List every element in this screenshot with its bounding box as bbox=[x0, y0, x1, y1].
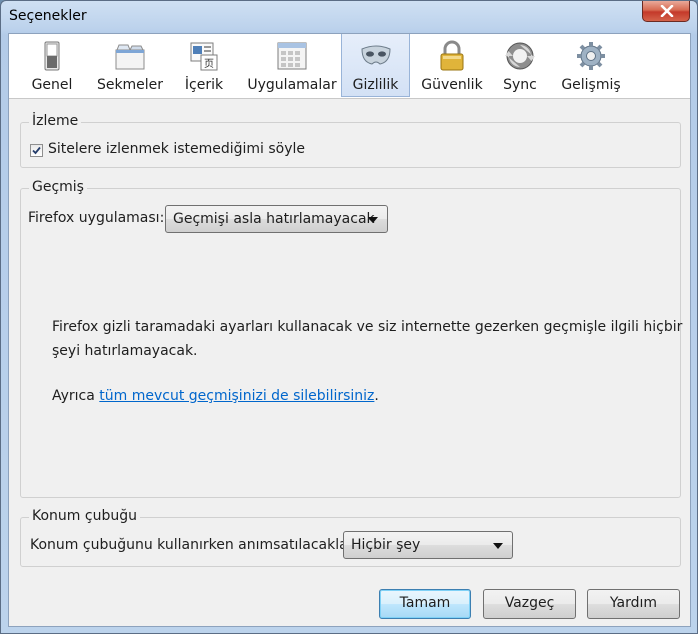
tab-advanced[interactable]: Gelişmiş bbox=[555, 34, 627, 97]
title-bar[interactable]: Seçenekler bbox=[1, 1, 697, 33]
history-group: Geçmiş Firefox uygulaması: Geçmişi asla … bbox=[20, 179, 683, 498]
window-title: Seçenekler bbox=[9, 8, 87, 24]
history-description-line1: Firefox gizli taramadaki ayarları kullan… bbox=[52, 319, 683, 335]
switch-icon bbox=[44, 41, 60, 71]
tab-label: Genel bbox=[31, 77, 73, 93]
location-bar-legend: Konum çubuğu bbox=[29, 508, 140, 524]
options-window: Seçenekler Genel Sekmeler 页 İçerik Uygul… bbox=[0, 0, 698, 634]
firefox-history-label: Firefox uygulaması: bbox=[28, 210, 165, 226]
tab-applications[interactable]: Uygulamalar bbox=[241, 34, 343, 97]
svg-text:页: 页 bbox=[204, 58, 214, 70]
close-button[interactable] bbox=[642, 1, 690, 22]
mask-icon bbox=[360, 45, 391, 65]
do-not-track-label[interactable]: Sitelere izlenmek istemediğimi söyle bbox=[48, 141, 305, 157]
tab-tabs[interactable]: Sekmeler bbox=[93, 34, 167, 97]
clear-history-link[interactable]: tüm mevcut geçmişinizi de silebilirsiniz bbox=[99, 388, 374, 404]
tab-general[interactable]: Genel bbox=[15, 34, 89, 97]
tab-label: İçerik bbox=[184, 77, 224, 93]
tab-label: Gizlilik bbox=[352, 77, 399, 93]
location-bar-suggest-value: Hiçbir şey bbox=[351, 537, 421, 553]
chevron-down-icon bbox=[368, 217, 378, 223]
close-icon bbox=[660, 5, 674, 17]
tab-label: Gelişmiş bbox=[561, 77, 621, 93]
tab-privacy[interactable]: Gizlilik bbox=[341, 34, 410, 97]
clear-history-prefix: Ayrıca bbox=[52, 388, 100, 404]
clear-history-sentence: Ayrıca tüm mevcut geçmişinizi de silebil… bbox=[52, 388, 379, 404]
lock-icon bbox=[440, 40, 464, 71]
chevron-down-icon bbox=[493, 543, 503, 549]
history-mode-value: Geçmişi asla hatırlamayacak bbox=[173, 211, 375, 227]
history-description-line2: şeyi hatırlamayacak. bbox=[52, 343, 198, 359]
applications-icon bbox=[277, 42, 307, 70]
tab-label: Sekmeler bbox=[96, 77, 164, 93]
history-mode-dropdown[interactable]: Geçmişi asla hatırlamayacak bbox=[165, 205, 388, 233]
tabs-icon bbox=[115, 44, 145, 70]
tab-label: Uygulamalar bbox=[247, 77, 337, 93]
gear-icon bbox=[577, 42, 605, 70]
tracking-legend: İzleme bbox=[29, 113, 82, 129]
tab-label: Güvenlik bbox=[421, 77, 483, 93]
clear-history-suffix: . bbox=[374, 388, 379, 404]
location-bar-suggest-label: Konum çubuğunu kullanırken anımsatılacak… bbox=[30, 537, 358, 553]
sync-icon bbox=[505, 42, 535, 70]
help-button[interactable]: Yardım bbox=[587, 589, 680, 619]
tracking-group: İzleme Sitelere izlenmek istemediğimi sö… bbox=[20, 113, 681, 168]
dialog-body: Genel Sekmeler 页 İçerik Uygulamalar Gizl… bbox=[8, 33, 691, 627]
tab-label: Sync bbox=[503, 77, 537, 93]
cancel-button[interactable]: Vazgeç bbox=[483, 589, 576, 619]
location-bar-group: Konum çubuğu Konum çubuğunu kullanırken … bbox=[20, 508, 681, 567]
content-icon: 页 bbox=[190, 42, 218, 71]
do-not-track-checkbox[interactable] bbox=[30, 144, 43, 157]
history-legend: Geçmiş bbox=[29, 179, 87, 195]
tab-content[interactable]: 页 İçerik bbox=[175, 34, 233, 97]
ok-button[interactable]: Tamam bbox=[379, 589, 471, 619]
location-bar-suggest-dropdown[interactable]: Hiçbir şey bbox=[343, 531, 513, 559]
tab-sync[interactable]: Sync bbox=[493, 34, 547, 97]
checkmark-icon bbox=[32, 146, 41, 155]
preferences-toolbar: Genel Sekmeler 页 İçerik Uygulamalar Gizl… bbox=[9, 34, 690, 99]
tab-security[interactable]: Güvenlik bbox=[414, 34, 490, 97]
